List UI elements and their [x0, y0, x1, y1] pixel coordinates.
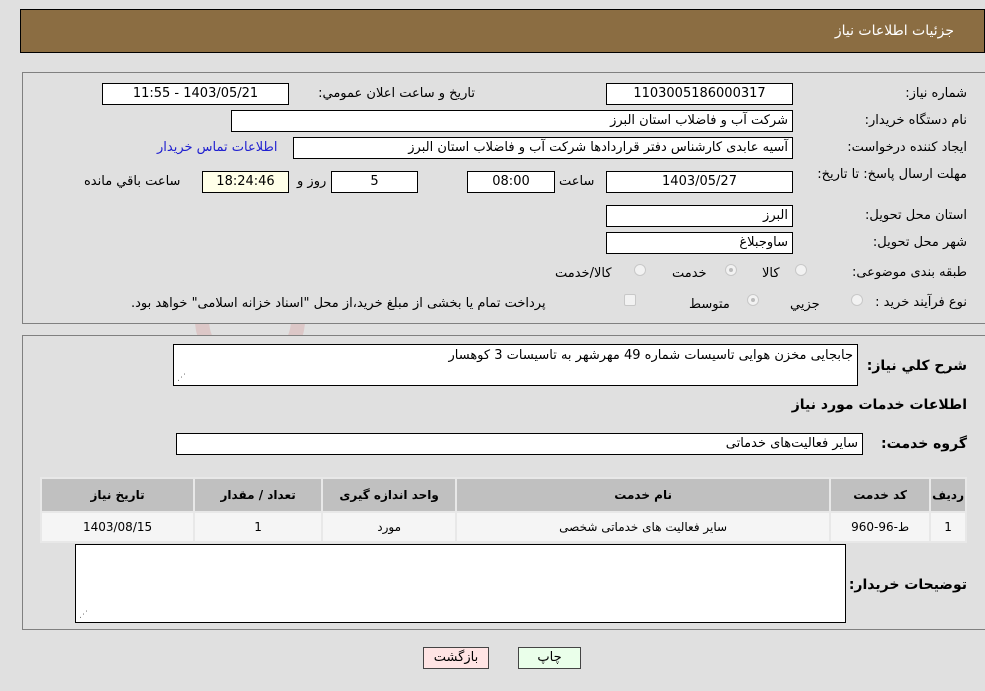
deadline-time-label: ساعت [559, 174, 595, 189]
treasury-checkbox[interactable] [624, 294, 636, 306]
days-remaining-field: 5 [331, 171, 418, 193]
back-button[interactable]: بازگشت [423, 647, 489, 669]
services-table: ردیف کد خدمت نام خدمت واحد اندازه گیری ت… [39, 477, 967, 543]
days-label: روز و [297, 174, 327, 189]
category-option-service: خدمت [672, 266, 707, 281]
table-row: 1 ط-96-960 سایر فعالیت های خدماتی شخصی م… [39, 511, 967, 543]
resize-grip-icon[interactable]: ⋱ [177, 374, 186, 383]
description-textarea[interactable]: جابجایی مخزن هوایی تاسیسات شماره 49 مهرش… [173, 344, 858, 386]
purchase-type-radio-minor[interactable] [851, 294, 863, 306]
col-header-row-number: ردیف [929, 477, 967, 513]
description-text: جابجایی مخزن هوایی تاسیسات شماره 49 مهرش… [448, 348, 853, 363]
col-header-need-date: تاریخ نیاز [39, 477, 196, 513]
cell-service-name: سایر فعالیت های خدماتی شخصی [455, 511, 832, 543]
col-header-unit: واحد اندازه گیری [321, 477, 458, 513]
services-heading: اطلاعات خدمات مورد نیاز [791, 397, 967, 413]
category-option-goods: کالا [762, 266, 780, 281]
city-field: ساوجبلاغ [606, 232, 793, 254]
cell-row-number: 1 [929, 511, 967, 543]
cell-quantity: 1 [193, 511, 324, 543]
requester-field: آسیه عابدی کارشناس دفتر قراردادها شرکت آ… [293, 137, 793, 159]
print-button[interactable]: چاپ [518, 647, 581, 669]
time-remaining-field: 18:24:46 [202, 171, 289, 193]
treasury-note: پرداخت تمام یا بخشی از مبلغ خرید،از محل … [131, 296, 546, 311]
page-title: جزئیات اطلاعات نیاز [834, 23, 954, 39]
announce-datetime-label: تاریخ و ساعت اعلان عمومي: [318, 86, 475, 101]
purchase-type-option-medium: متوسط [689, 297, 730, 312]
deadline-label: مهلت ارسال پاسخ: تا تاریخ: [817, 167, 967, 182]
category-radio-goods[interactable] [795, 264, 807, 276]
buyer-notes-textarea[interactable]: ⋱ [75, 544, 846, 623]
province-field: البرز [606, 205, 793, 227]
page-header: جزئیات اطلاعات نیاز [20, 9, 985, 53]
purchase-type-option-minor: جزيي [790, 297, 820, 312]
cell-service-code: ط-96-960 [829, 511, 932, 543]
purchase-type-label: نوع فرآیند خرید : [875, 295, 967, 310]
buyer-org-label: نام دستگاه خريدار: [864, 113, 967, 128]
buyer-contact-link[interactable]: اطلاعات تماس خریدار [157, 140, 277, 155]
cell-need-date: 1403/08/15 [39, 511, 196, 543]
city-label: شهر محل تحویل: [872, 235, 967, 250]
resize-grip-icon[interactable]: ⋱ [79, 611, 88, 620]
requester-label: ایجاد کننده درخواست: [847, 140, 967, 155]
category-option-goods-service: کالا/خدمت [555, 266, 612, 281]
deadline-time-field: 08:00 [467, 171, 555, 193]
service-group-label: گروه خدمت: [881, 436, 967, 452]
province-label: استان محل تحویل: [865, 208, 967, 223]
category-radio-service[interactable] [725, 264, 737, 276]
buyer-notes-label: توضیحات خریدار: [848, 577, 967, 593]
col-header-quantity: تعداد / مقدار [193, 477, 324, 513]
time-remaining-label: ساعت باقي مانده [84, 174, 181, 189]
purchase-type-radio-medium[interactable] [747, 294, 759, 306]
col-header-service-name: نام خدمت [455, 477, 832, 513]
category-label: طبقه بندی موضوعی: [851, 265, 967, 280]
need-number-field: 1103005186000317 [606, 83, 793, 105]
need-number-label: شماره نیاز: [905, 86, 967, 101]
deadline-date-field: 1403/05/27 [606, 171, 793, 193]
description-label: شرح کلي نياز: [866, 358, 967, 374]
buyer-org-field: شرکت آب و فاضلاب استان البرز [231, 110, 793, 132]
announce-datetime-field: 1403/05/21 - 11:55 [102, 83, 289, 105]
category-radio-goods-service[interactable] [634, 264, 646, 276]
table-header-row: ردیف کد خدمت نام خدمت واحد اندازه گیری ت… [39, 477, 967, 513]
col-header-service-code: کد خدمت [829, 477, 932, 513]
cell-unit: مورد [321, 511, 458, 543]
service-group-field: سایر فعالیت‌های خدماتی [176, 433, 863, 455]
